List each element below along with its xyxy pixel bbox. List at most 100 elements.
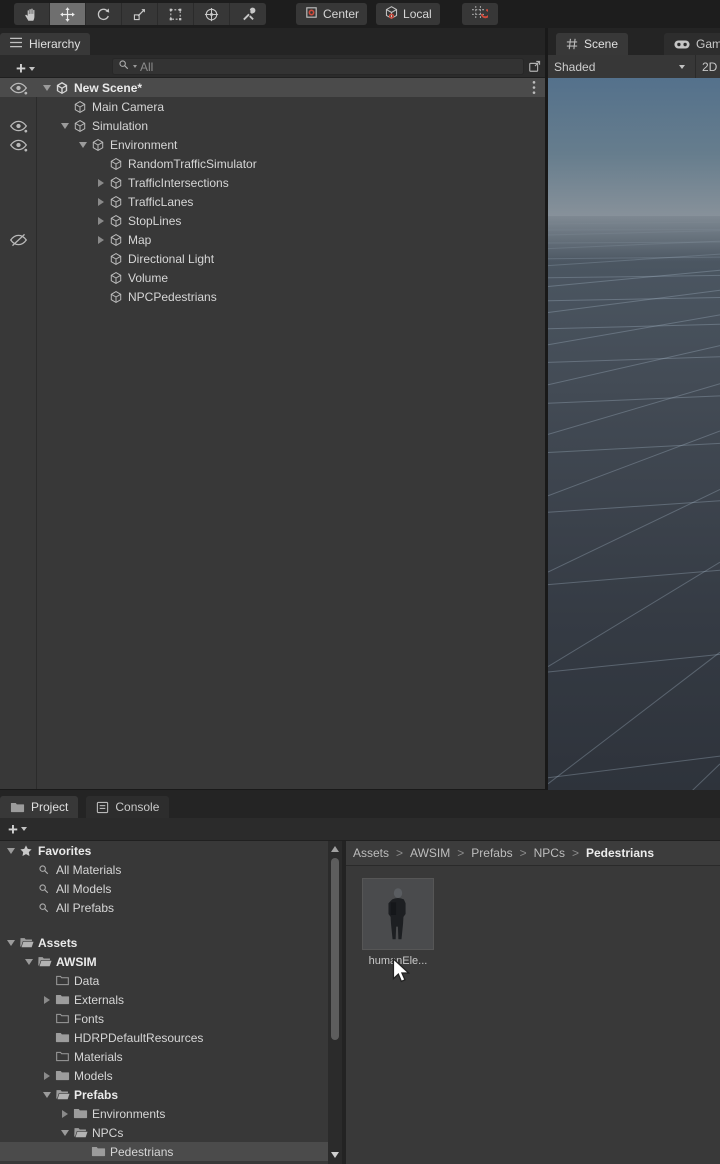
grid-snap-button[interactable] xyxy=(461,3,498,25)
project-item-hdrpdefaultresources[interactable]: HDRPDefaultResources xyxy=(0,1028,328,1047)
project-tree-scrollbar[interactable] xyxy=(328,841,342,1164)
expander-slot[interactable] xyxy=(76,141,90,148)
2d-mode-toggle[interactable]: 2D xyxy=(702,60,717,74)
eye-icon[interactable] xyxy=(9,138,28,152)
scene-viewport[interactable] xyxy=(545,78,720,790)
project-item-all-prefabs[interactable]: All Prefabs xyxy=(0,898,328,917)
hierarchy-item-volume[interactable]: Volume xyxy=(0,268,545,287)
visibility-toggle[interactable] xyxy=(0,135,36,154)
expander-down-icon[interactable] xyxy=(25,958,33,965)
shading-dropdown-caret-icon[interactable] xyxy=(679,64,685,69)
expander-slot[interactable] xyxy=(4,847,18,854)
expander-slot[interactable] xyxy=(40,1071,54,1080)
hierarchy-item-randomtrafficsimulator[interactable]: RandomTrafficSimulator xyxy=(0,154,545,173)
open-search-window-icon[interactable] xyxy=(527,58,543,74)
visibility-toggle[interactable] xyxy=(0,230,36,249)
eye-off-icon[interactable] xyxy=(9,233,28,247)
expander-slot[interactable] xyxy=(58,1109,72,1118)
expander-slot[interactable] xyxy=(40,995,54,1004)
project-item-npcs[interactable]: NPCs xyxy=(0,1123,328,1142)
expander-right-icon[interactable] xyxy=(62,1109,68,1118)
hierarchy-item-new-scene[interactable]: New Scene* xyxy=(0,78,545,97)
project-item-fonts[interactable]: Fonts xyxy=(0,1009,328,1028)
create-asset-button[interactable]: + xyxy=(8,821,27,838)
project-item-pedestrians[interactable]: Pedestrians xyxy=(0,1142,328,1161)
expander-slot[interactable] xyxy=(4,939,18,946)
breadcrumb-item-npcs[interactable]: NPCs xyxy=(534,846,565,860)
transform-tool-button[interactable] xyxy=(194,3,230,25)
shading-mode-dropdown[interactable]: Shaded xyxy=(554,60,595,74)
move-tool-button[interactable] xyxy=(50,3,86,25)
expander-slot[interactable] xyxy=(94,197,108,206)
hierarchy-item-directional-light[interactable]: Directional Light xyxy=(0,249,545,268)
create-object-button[interactable]: + xyxy=(16,60,35,77)
hierarchy-item-npcpedestrians[interactable]: NPCPedestrians xyxy=(0,287,545,306)
project-item-favorites[interactable]: Favorites xyxy=(0,841,328,860)
expander-right-icon[interactable] xyxy=(98,178,104,187)
hierarchy-item-trafficlanes[interactable]: TrafficLanes xyxy=(0,192,545,211)
hierarchy-item-environment[interactable]: Environment xyxy=(0,135,545,154)
tab-game[interactable]: Game xyxy=(664,33,720,55)
expander-slot[interactable] xyxy=(94,216,108,225)
search-input[interactable] xyxy=(140,59,518,74)
visibility-toggle[interactable] xyxy=(0,78,36,97)
project-item-all-materials[interactable]: All Materials xyxy=(0,860,328,879)
hierarchy-item-simulation[interactable]: Simulation xyxy=(0,116,545,135)
project-item-materials[interactable]: Materials xyxy=(0,1047,328,1066)
scene-options-kebab-icon[interactable] xyxy=(532,80,536,95)
project-item-assets[interactable]: Assets xyxy=(0,933,328,952)
scrollbar-thumb[interactable] xyxy=(331,858,339,1040)
expander-slot[interactable] xyxy=(58,1129,72,1136)
project-item-awsim[interactable]: AWSIM xyxy=(0,952,328,971)
expander-right-icon[interactable] xyxy=(98,197,104,206)
expander-down-icon[interactable] xyxy=(7,847,15,854)
project-item-data[interactable]: Data xyxy=(0,971,328,990)
tab-console[interactable]: Console xyxy=(86,796,170,818)
breadcrumb-item-pedestrians[interactable]: Pedestrians xyxy=(586,846,654,860)
hierarchy-search-field[interactable] xyxy=(112,58,524,75)
expander-down-icon[interactable] xyxy=(7,939,15,946)
project-item-environments[interactable]: Environments xyxy=(0,1104,328,1123)
eye-icon[interactable] xyxy=(9,119,28,133)
breadcrumb-item-assets[interactable]: Assets xyxy=(353,846,389,860)
project-item-all-models[interactable]: All Models xyxy=(0,879,328,898)
expander-right-icon[interactable] xyxy=(98,216,104,225)
hand-tool-button[interactable] xyxy=(14,3,50,25)
breadcrumb-item-prefabs[interactable]: Prefabs xyxy=(471,846,512,860)
project-item-models[interactable]: Models xyxy=(0,1066,328,1085)
tab-project[interactable]: Project xyxy=(0,796,79,818)
hierarchy-item-stoplines[interactable]: StopLines xyxy=(0,211,545,230)
eye-icon[interactable] xyxy=(9,81,28,95)
custom-tools-button[interactable] xyxy=(230,3,266,25)
breadcrumb-item-awsim[interactable]: AWSIM xyxy=(410,846,450,860)
project-item-prefabs[interactable]: Prefabs xyxy=(0,1085,328,1104)
pivot-mode-button[interactable]: Center xyxy=(296,3,368,25)
expander-slot[interactable] xyxy=(58,122,72,129)
scale-tool-button[interactable] xyxy=(122,3,158,25)
expander-slot[interactable] xyxy=(22,958,36,965)
expander-slot[interactable] xyxy=(94,178,108,187)
expander-right-icon[interactable] xyxy=(44,995,50,1004)
expander-slot[interactable] xyxy=(94,235,108,244)
project-item-externals[interactable]: Externals xyxy=(0,990,328,1009)
rotate-tool-button[interactable] xyxy=(86,3,122,25)
expander-down-icon[interactable] xyxy=(43,1091,51,1098)
tab-hierarchy[interactable]: Hierarchy xyxy=(0,33,91,55)
expander-slot[interactable] xyxy=(40,84,54,91)
expander-right-icon[interactable] xyxy=(44,1071,50,1080)
hierarchy-item-map[interactable]: Map xyxy=(0,230,545,249)
expander-slot[interactable] xyxy=(40,1091,54,1098)
orientation-mode-button[interactable]: Local xyxy=(376,3,440,25)
tab-scene[interactable]: Scene xyxy=(556,33,629,55)
asset-thumbnail[interactable] xyxy=(362,878,434,950)
hierarchy-item-trafficintersections[interactable]: TrafficIntersections xyxy=(0,173,545,192)
expander-down-icon[interactable] xyxy=(43,84,51,91)
expander-down-icon[interactable] xyxy=(79,141,87,148)
expander-down-icon[interactable] xyxy=(61,1129,69,1136)
visibility-toggle[interactable] xyxy=(0,116,36,135)
scroll-down-icon[interactable] xyxy=(331,1152,339,1158)
expander-right-icon[interactable] xyxy=(98,235,104,244)
scroll-up-icon[interactable] xyxy=(331,846,339,852)
rect-tool-button[interactable] xyxy=(158,3,194,25)
expander-down-icon[interactable] xyxy=(61,122,69,129)
